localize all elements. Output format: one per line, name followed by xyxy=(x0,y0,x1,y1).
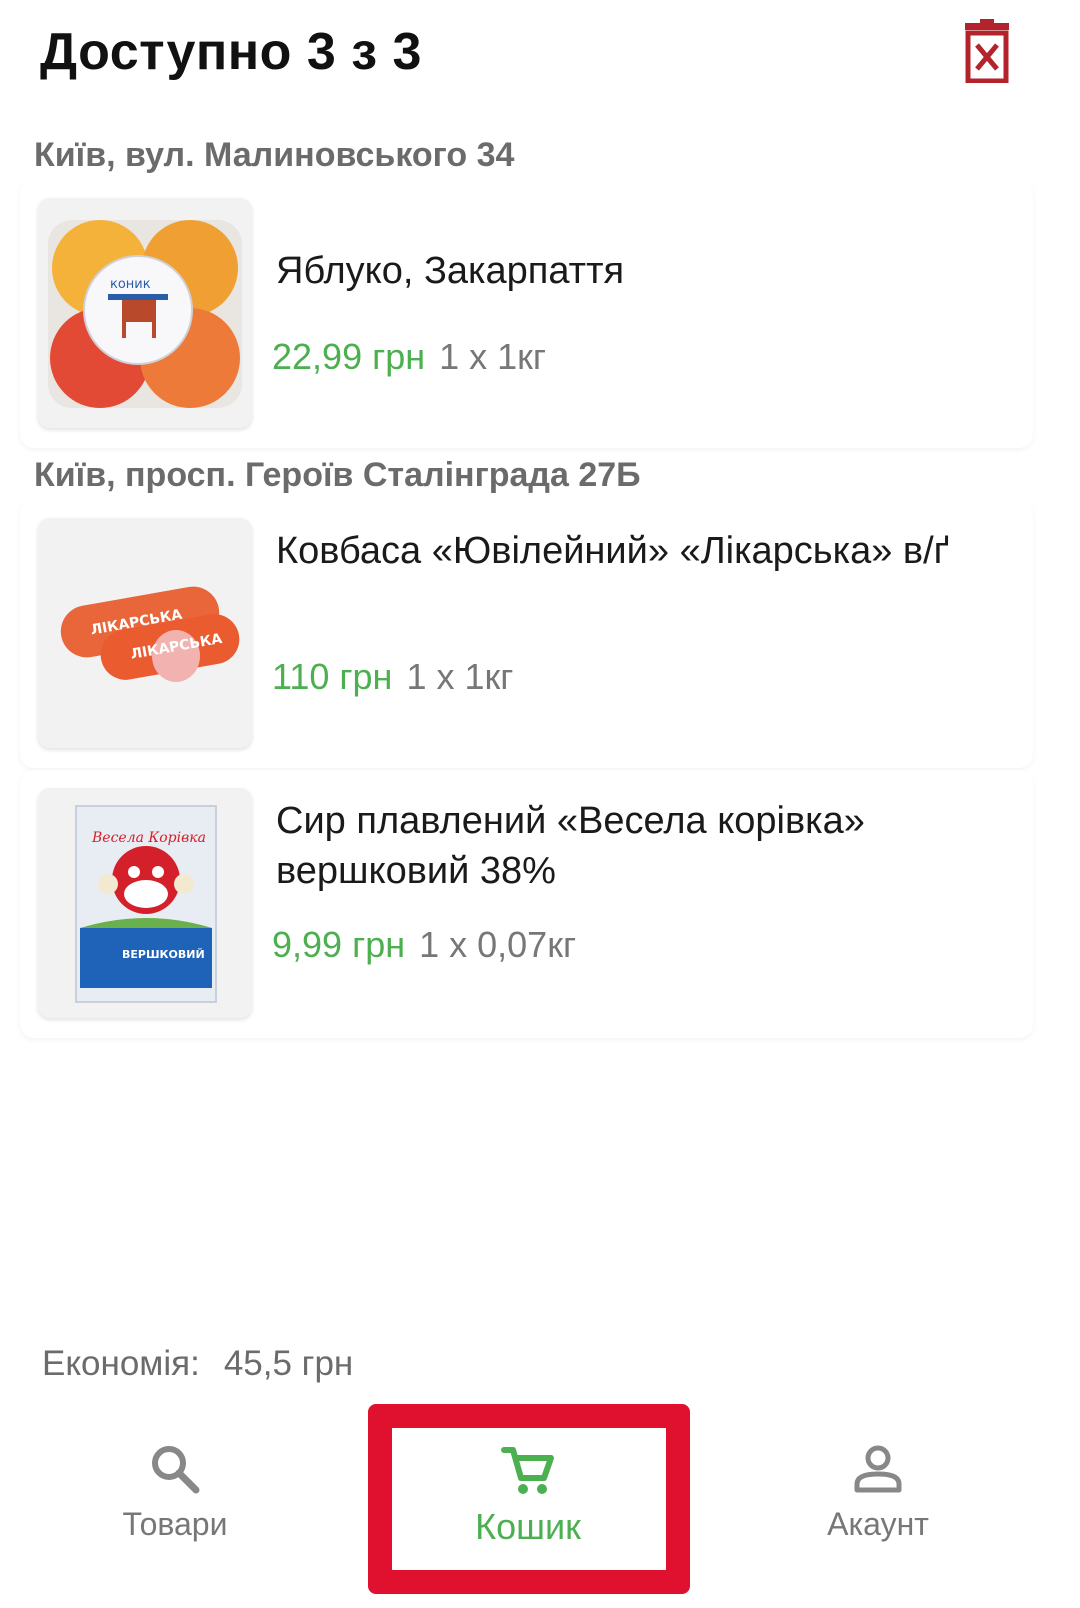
product-quantity: 1 x 1кг xyxy=(406,656,514,697)
search-icon xyxy=(152,1446,200,1494)
product-price: 9,99 грн xyxy=(272,924,406,965)
nav-tab-label: Кошик xyxy=(475,1506,581,1547)
cart-item[interactable]: Весела Корівка ВЕРШКОВИЙ Сир плавлений «… xyxy=(20,770,1033,1038)
cart-icon xyxy=(501,1447,554,1494)
nav-tab-label: Товари xyxy=(122,1506,228,1542)
savings-value: 45,5 грн xyxy=(223,1344,354,1383)
savings-summary: Економія: 45,5 грн xyxy=(42,1344,353,1384)
product-name: Яблуко, Закарпаття xyxy=(276,250,625,292)
price-row: 9,99 грн 1 x 0,07кг xyxy=(272,924,576,966)
savings-label: Економія: xyxy=(42,1344,200,1383)
store-address: Київ, вул. Малиновського 34 xyxy=(34,136,515,174)
svg-text:ВЕРШКОВИЙ: ВЕРШКОВИЙ xyxy=(122,948,205,961)
trash-icon xyxy=(965,19,1009,83)
product-name: Сир плавлений «Весела корівка» вершковий… xyxy=(276,800,865,892)
product-name: Ковбаса «Ювілейний» «Лікарська» в/ґ xyxy=(276,530,950,572)
nav-tab-cart[interactable]: Кошик xyxy=(378,1400,678,1568)
svg-text:коник: коник xyxy=(110,277,151,292)
product-quantity: 1 x 0,07кг xyxy=(419,924,577,965)
product-quantity: 1 x 1кг xyxy=(439,336,547,377)
price-row: 22,99 грн 1 x 1кг xyxy=(272,336,546,378)
store-address: Київ, просп. Героїв Сталінграда 27Б xyxy=(34,456,641,494)
product-price: 110 грн xyxy=(272,656,393,697)
cart-item[interactable]: ЛІКАРСЬКА ЛІКАРСЬКА Ковбаса «Ювілейний» … xyxy=(20,500,1033,768)
cart-item[interactable]: коник Яблуко, Закарпаття 22,99 грн 1 x 1к… xyxy=(20,180,1033,448)
product-price: 22,99 грн xyxy=(272,336,426,377)
clear-cart-button[interactable] xyxy=(958,16,1016,86)
product-image-apples: коник xyxy=(38,198,252,428)
svg-text:Весела Корівка: Весела Корівка xyxy=(91,830,206,846)
bottom-navigation: Товари Кошик Акаунт xyxy=(0,1400,1055,1568)
nav-tab-account[interactable]: Акаунт xyxy=(728,1400,1028,1568)
page-title: Доступно 3 з 3 xyxy=(40,23,422,81)
product-image-sausage: ЛІКАРСЬКА ЛІКАРСЬКА xyxy=(38,518,252,748)
price-row: 110 грн 1 x 1кг xyxy=(272,656,513,698)
product-image-cheese: Весела Корівка ВЕРШКОВИЙ xyxy=(38,788,252,1018)
nav-tab-label: Акаунт xyxy=(827,1506,929,1542)
account-icon xyxy=(854,1445,902,1493)
nav-tab-products[interactable]: Товари xyxy=(25,1400,325,1568)
header: Доступно 3 з 3 xyxy=(0,0,1055,110)
